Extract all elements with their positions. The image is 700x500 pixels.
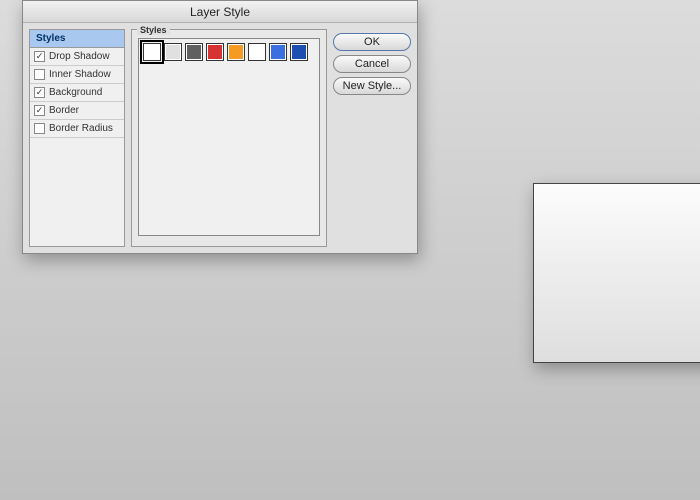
styles-panel: Styles <box>131 29 327 247</box>
sidebar-item-border[interactable]: ✓ Border <box>30 102 124 120</box>
secondary-window[interactable] <box>533 183 700 363</box>
new-style-button[interactable]: New Style... <box>333 77 411 95</box>
dialog-buttons: OK Cancel New Style... <box>333 29 411 247</box>
style-swatch[interactable] <box>290 43 308 61</box>
sidebar-item-inner-shadow[interactable]: Inner Shadow <box>30 66 124 84</box>
sidebar-item-label: Border <box>49 105 79 116</box>
checkbox-icon[interactable]: ✓ <box>34 87 45 98</box>
swatch-area <box>138 38 320 236</box>
style-swatch[interactable] <box>164 43 182 61</box>
style-swatch[interactable] <box>206 43 224 61</box>
style-swatch[interactable] <box>227 43 245 61</box>
layer-style-dialog: Layer Style Styles ✓ Drop Shadow Inner S… <box>22 0 418 254</box>
sidebar-item-label: Border Radius <box>49 123 113 134</box>
style-swatch[interactable] <box>269 43 287 61</box>
styles-panel-label: Styles <box>137 25 170 35</box>
checkbox-icon[interactable]: ✓ <box>34 105 45 116</box>
sidebar-item-label: Background <box>49 87 102 98</box>
sidebar-item-background[interactable]: ✓ Background <box>30 84 124 102</box>
checkbox-icon[interactable] <box>34 69 45 80</box>
sidebar-item-label: Drop Shadow <box>49 51 110 62</box>
dialog-body: Styles ✓ Drop Shadow Inner Shadow ✓ Back… <box>23 23 417 253</box>
sidebar-header[interactable]: Styles <box>30 30 124 48</box>
styles-sidebar: Styles ✓ Drop Shadow Inner Shadow ✓ Back… <box>29 29 125 247</box>
style-swatch[interactable] <box>248 43 266 61</box>
cancel-button[interactable]: Cancel <box>333 55 411 73</box>
style-swatch[interactable] <box>185 43 203 61</box>
sidebar-item-label: Inner Shadow <box>49 69 111 80</box>
styles-panel-box <box>131 29 327 247</box>
checkbox-icon[interactable]: ✓ <box>34 51 45 62</box>
sidebar-item-border-radius[interactable]: Border Radius <box>30 120 124 138</box>
dialog-title: Layer Style <box>23 1 417 23</box>
swatch-row <box>143 43 315 61</box>
ok-button[interactable]: OK <box>333 33 411 51</box>
style-swatch[interactable] <box>143 43 161 61</box>
sidebar-item-drop-shadow[interactable]: ✓ Drop Shadow <box>30 48 124 66</box>
checkbox-icon[interactable] <box>34 123 45 134</box>
